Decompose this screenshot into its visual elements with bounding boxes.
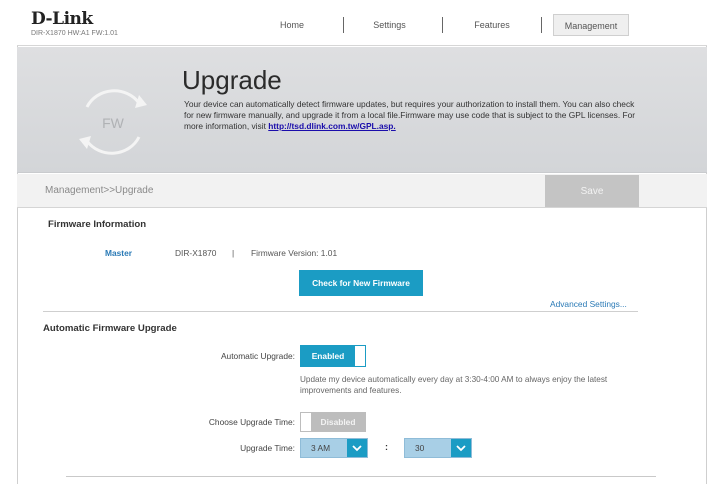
- minute-value: 30: [415, 443, 425, 453]
- hero-banner: FW Upgrade Your device can automatically…: [17, 47, 707, 173]
- nav-divider: [541, 17, 542, 33]
- section-divider: [43, 311, 638, 312]
- row-separator: |: [232, 248, 235, 258]
- main-nav: Home Settings Features Management: [17, 14, 707, 36]
- gpl-link[interactable]: http://tsd.dlink.com.tw/GPL.asp.: [268, 121, 396, 131]
- auto-upgrade-help: Update my device automatically every day…: [300, 375, 608, 395]
- firmware-icon: FW: [67, 87, 159, 157]
- firmware-info-title: Firmware Information: [48, 219, 147, 230]
- automatic-upgrade-toggle[interactable]: Enabled: [300, 345, 366, 367]
- svg-text:FW: FW: [102, 115, 125, 131]
- bottom-divider: [66, 476, 656, 477]
- nav-management[interactable]: Management: [553, 14, 629, 36]
- minute-select[interactable]: 30: [404, 438, 472, 458]
- breadcrumb-bar: Management>>Upgrade Save: [17, 174, 707, 208]
- choose-upgrade-time-toggle[interactable]: Disabled: [300, 412, 366, 432]
- time-separator: :: [385, 442, 388, 452]
- nav-divider: [442, 17, 443, 33]
- nav-features[interactable]: Features: [462, 14, 522, 36]
- master-label: Master: [105, 248, 132, 258]
- auto-upgrade-title: Automatic Firmware Upgrade: [43, 323, 177, 334]
- check-firmware-button[interactable]: Check for New Firmware: [299, 270, 423, 296]
- page-title: Upgrade: [182, 65, 282, 95]
- nav-home[interactable]: Home: [267, 14, 317, 36]
- breadcrumb: Management>>Upgrade: [45, 185, 154, 196]
- toggle-state: Disabled: [311, 413, 365, 431]
- automatic-upgrade-label: Automatic Upgrade:: [220, 351, 295, 361]
- upgrade-time-label: Upgrade Time:: [240, 443, 295, 453]
- save-button[interactable]: Save: [545, 175, 639, 207]
- toggle-state: Enabled: [301, 346, 355, 366]
- chevron-down-icon: [347, 439, 367, 457]
- choose-upgrade-time-label: Choose Upgrade Time:: [208, 417, 295, 427]
- top-bar: D-Link DIR-X1870 HW:A1 FW:1.01 Home Sett…: [17, 0, 707, 46]
- advanced-settings-link[interactable]: Advanced Settings...: [550, 299, 627, 309]
- hour-select[interactable]: 3 AM: [300, 438, 368, 458]
- nav-settings[interactable]: Settings: [362, 14, 417, 36]
- chevron-down-icon: [451, 439, 471, 457]
- firmware-version: Firmware Version: 1.01: [251, 248, 338, 258]
- nav-divider: [343, 17, 344, 33]
- hour-value: 3 AM: [311, 443, 331, 453]
- model-name: DIR-X1870: [175, 248, 217, 258]
- page-description: Your device can automatically detect fir…: [184, 99, 644, 132]
- description-text: Your device can automatically detect fir…: [184, 99, 636, 131]
